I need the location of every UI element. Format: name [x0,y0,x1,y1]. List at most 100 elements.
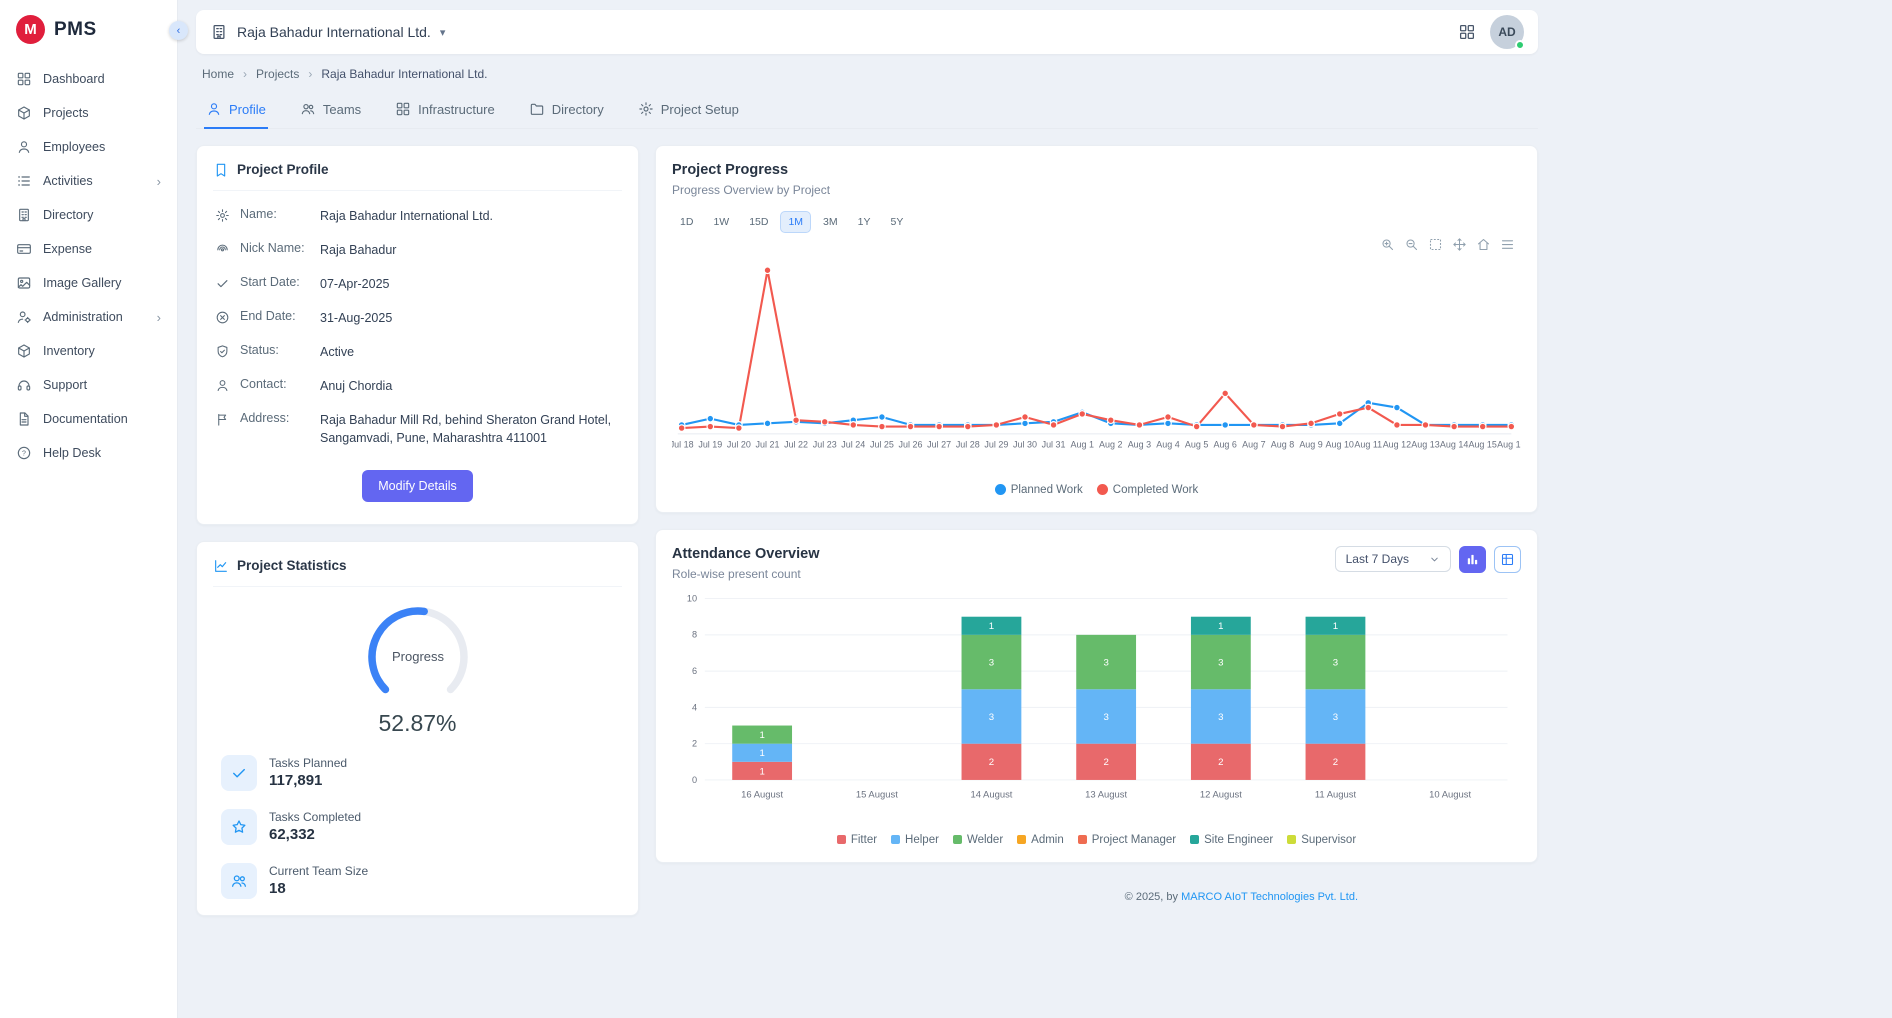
line-chart[interactable]: Jul 18Jul 19Jul 20Jul 21Jul 22Jul 23Jul … [672,239,1521,496]
sidebar-item-expense[interactable]: Expense [6,232,171,266]
range-1d[interactable]: 1D [672,211,701,233]
chart-menu-icon[interactable] [1500,237,1515,252]
table-view-toggle[interactable] [1494,546,1521,573]
sidebar-item-support[interactable]: Support [6,368,171,402]
legend-item[interactable]: Supervisor [1287,834,1356,846]
legend-item[interactable]: Fitter [837,834,877,846]
field-label: Nick Name: [240,241,310,255]
sidebar-nav: Dashboard Projects Employees Activities›… [0,56,177,476]
users-icon [221,863,257,899]
range-15d[interactable]: 15D [741,211,776,233]
modify-details-button[interactable]: Modify Details [362,470,473,502]
main-content: Raja Bahadur International Ltd. ▾ AD Hom… [178,0,1556,929]
legend-item[interactable]: Site Engineer [1190,834,1273,846]
line-chart-plot[interactable]: Jul 18Jul 19Jul 20Jul 21Jul 22Jul 23Jul … [672,239,1521,484]
sidebar-item-help-desk[interactable]: Help Desk [6,436,171,470]
breadcrumb-projects[interactable]: Projects [256,67,299,81]
zoom-in-icon[interactable] [1380,237,1395,252]
svg-text:2: 2 [1218,757,1223,768]
svg-text:1: 1 [1218,621,1223,632]
range-1w[interactable]: 1W [705,211,737,233]
shield-icon [215,344,230,359]
chevron-right-icon: › [157,175,161,188]
footer-link[interactable]: MARCO AIoT Technologies Pvt. Ltd. [1181,891,1358,903]
svg-text:10: 10 [687,593,697,603]
range-1m[interactable]: 1M [780,211,811,233]
svg-text:11 August: 11 August [1315,789,1357,800]
apps-grid-icon [1458,23,1476,41]
range-1y[interactable]: 1Y [850,211,879,233]
legend-item[interactable]: Planned Work [995,484,1083,496]
sidebar-item-dashboard[interactable]: Dashboard [6,62,171,96]
sidebar-item-projects[interactable]: Projects [6,96,171,130]
check-icon [215,276,230,291]
range-3m[interactable]: 3M [815,211,846,233]
line-chart-legend: Planned Work Completed Work [672,484,1521,496]
company-selector[interactable]: Raja Bahadur International Ltd. ▾ [210,23,445,41]
app-logo[interactable]: M PMS [0,0,177,56]
svg-text:8: 8 [692,629,697,639]
svg-text:Jul 31: Jul 31 [1042,439,1066,449]
legend-item[interactable]: Admin [1017,834,1064,846]
avatar[interactable]: AD [1490,15,1524,49]
legend-item[interactable]: Completed Work [1097,484,1198,496]
svg-text:Jul 27: Jul 27 [927,439,951,449]
inventory-icon [16,343,32,359]
stat-value: 62,332 [269,826,361,843]
sidebar-item-label: Documentation [43,412,128,426]
button-row: Modify Details [213,470,622,502]
breadcrumb-home[interactable]: Home [202,67,234,81]
days-range-select[interactable]: Last 7 Days [1335,546,1451,572]
pan-icon[interactable] [1452,237,1467,252]
zoom-out-icon[interactable] [1404,237,1419,252]
svg-text:3: 3 [1103,657,1108,668]
folder-icon [529,101,545,117]
tab-label: Project Setup [661,102,739,117]
range-5y[interactable]: 5Y [882,211,911,233]
bar-view-toggle[interactable] [1459,546,1486,573]
bar-chart-plot[interactable]: 024681011116 August15 August233114 Augus… [672,587,1521,834]
svg-text:Aug 5: Aug 5 [1185,439,1208,449]
selection-zoom-icon[interactable] [1428,237,1443,252]
field-label: Start Date: [240,275,310,289]
tab-directory[interactable]: Directory [527,93,606,129]
svg-text:Jul 22: Jul 22 [784,439,808,449]
svg-text:Aug 3: Aug 3 [1128,439,1151,449]
svg-text:1: 1 [759,766,764,777]
gauge-arc: Progress [343,595,493,709]
apps-grid-button[interactable] [1458,23,1476,41]
legend-item[interactable]: Helper [891,834,939,846]
svg-text:Aug 8: Aug 8 [1271,439,1294,449]
sidebar-item-employees[interactable]: Employees [6,130,171,164]
tab-infrastructure[interactable]: Infrastructure [393,93,497,129]
stat-value: 18 [269,880,368,897]
field-nick-name: Nick Name:Raja Bahadur [213,233,622,267]
online-status-dot [1515,40,1525,50]
tab-teams[interactable]: Teams [298,93,363,129]
sidebar-item-documentation[interactable]: Documentation [6,402,171,436]
stat-value: 117,891 [269,772,347,789]
svg-text:3: 3 [1333,657,1338,668]
sidebar-collapse-button[interactable]: ‹ [169,21,188,40]
sidebar-item-inventory[interactable]: Inventory [6,334,171,368]
tab-profile[interactable]: Profile [204,93,268,129]
tab-project-setup[interactable]: Project Setup [636,93,741,129]
help-desk-icon [16,445,32,461]
sidebar-item-image-gallery[interactable]: Image Gallery [6,266,171,300]
legend-item[interactable]: Welder [953,834,1003,846]
sidebar-item-activities[interactable]: Activities› [6,164,171,198]
field-label: Status: [240,343,310,357]
card-subtitle: Role-wise present count [672,567,819,581]
field-address: Address:Raja Bahadur Mill Rd, behind She… [213,403,622,455]
svg-text:14 August: 14 August [970,789,1012,800]
bar-chart[interactable]: 024681011116 August15 August233114 Augus… [672,587,1521,846]
field-label: Name: [240,207,310,221]
breadcrumb-separator: › [308,67,312,81]
field-value: Raja Bahadur International Ltd. [320,207,493,225]
legend-item[interactable]: Project Manager [1078,834,1176,846]
svg-text:Jul 28: Jul 28 [956,439,980,449]
reset-home-icon[interactable] [1476,237,1491,252]
sidebar-item-directory[interactable]: Directory [6,198,171,232]
field-start-date: Start Date:07-Apr-2025 [213,267,622,301]
sidebar-item-administration[interactable]: Administration› [6,300,171,334]
